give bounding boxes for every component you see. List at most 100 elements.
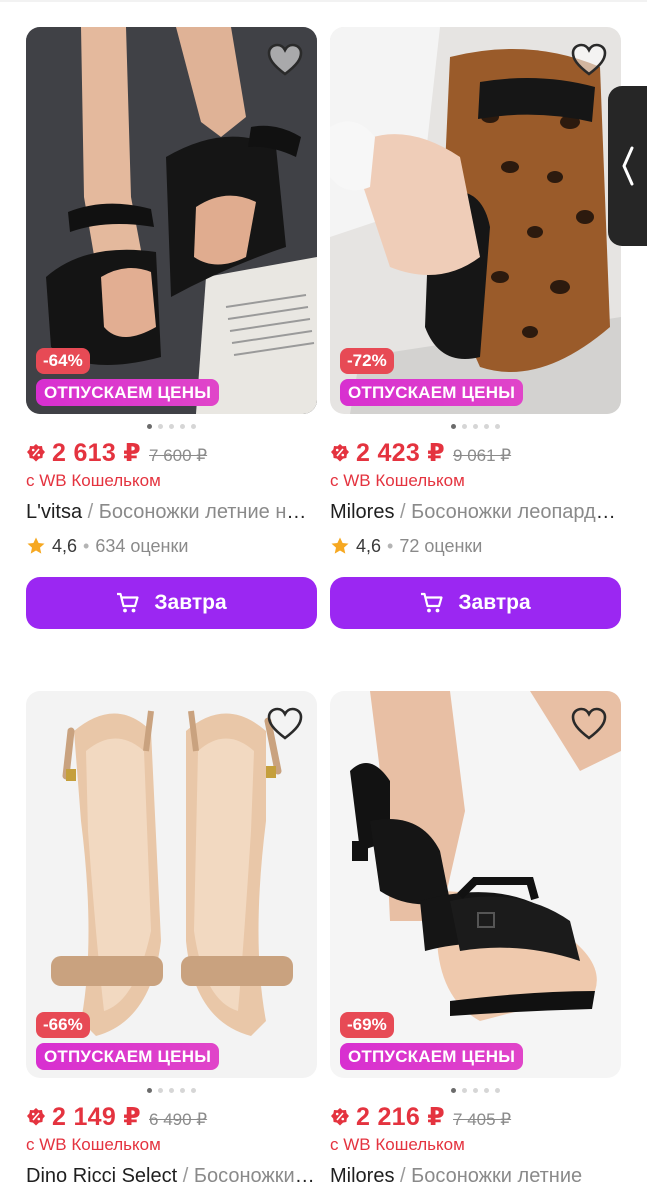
old-price: 7 405 ₽ xyxy=(453,1110,512,1129)
rating-separator: • xyxy=(83,535,90,556)
product-title[interactable]: L'vitsa / Босоножки летние на платформе xyxy=(26,494,317,530)
heart-icon xyxy=(571,43,607,76)
slide-dot xyxy=(180,423,185,429)
promo-badge: ОТПУСКАЕМ ЦЕНЫ xyxy=(340,1043,524,1070)
rating-separator: • xyxy=(387,535,394,556)
discount-badge: -72% xyxy=(340,348,394,374)
title-separator: / xyxy=(177,1165,194,1187)
current-price: 2 423 ₽ xyxy=(356,439,446,467)
product-photo[interactable]: -72% ОТПУСКАЕМ ЦЕНЫ xyxy=(330,27,621,414)
slide-dot xyxy=(495,1087,500,1093)
product-title[interactable]: Dino Ricci Select / Босоножки на каблуке xyxy=(26,1158,317,1194)
product-card[interactable]: -72% ОТПУСКАЕМ ЦЕНЫ 2 423 ₽ 9 061 ₽ с WB… xyxy=(330,27,621,629)
price-row: 2 423 ₽ 9 061 ₽ xyxy=(330,438,621,468)
delivery-label: Завтра xyxy=(458,591,531,614)
promo-badge: ОТПУСКАЕМ ЦЕНЫ xyxy=(36,1043,220,1070)
rating-row: 4,6 • 72 оценки xyxy=(330,530,621,562)
slide-dot xyxy=(462,423,467,429)
favorite-button[interactable] xyxy=(569,41,609,79)
favorite-button[interactable] xyxy=(265,705,305,743)
old-price: 6 490 ₽ xyxy=(149,1110,208,1129)
slide-dot xyxy=(484,1087,489,1093)
slide-dot xyxy=(147,423,152,429)
product-card[interactable]: -69% ОТПУСКАЕМ ЦЕНЫ 2 216 ₽ 7 405 ₽ с WB… xyxy=(330,691,621,1194)
promo-badge: ОТПУСКАЕМ ЦЕНЫ xyxy=(340,379,524,406)
slide-indicator xyxy=(330,1078,621,1100)
reviews-count: 634 оценки xyxy=(95,535,189,556)
product-photo[interactable]: -66% ОТПУСКАЕМ ЦЕНЫ xyxy=(26,691,317,1078)
product-card[interactable]: -64% ОТПУСКАЕМ ЦЕНЫ 2 613 ₽ 7 600 ₽ с WB… xyxy=(26,27,317,629)
reviews-count: 72 оценки xyxy=(399,535,483,556)
slide-dot xyxy=(191,1087,196,1093)
heart-icon xyxy=(571,707,607,740)
slide-dot xyxy=(180,1087,185,1093)
percent-badge-icon xyxy=(27,1108,45,1126)
product-photo[interactable]: -69% ОТПУСКАЕМ ЦЕНЫ xyxy=(330,691,621,1078)
product-name: Босоножки на каблуке xyxy=(193,1165,317,1187)
wallet-note: с WB Кошельком xyxy=(26,471,161,490)
wallet-note: с WB Кошельком xyxy=(330,471,465,490)
percent-badge-icon xyxy=(331,444,349,462)
product-title[interactable]: Milores / Босоножки леопардовые xyxy=(330,494,621,530)
cart-icon xyxy=(421,592,443,613)
old-price: 7 600 ₽ xyxy=(149,446,208,465)
rating-value: 4,6 xyxy=(52,535,78,556)
slide-indicator xyxy=(26,1078,317,1100)
slide-dot xyxy=(495,423,500,429)
add-to-cart-button[interactable]: Завтра xyxy=(330,577,621,629)
brand-name: L'vitsa xyxy=(26,501,83,523)
price-row: 2 613 ₽ 7 600 ₽ xyxy=(26,438,317,468)
heart-icon xyxy=(267,43,303,76)
slide-dot xyxy=(462,1087,467,1093)
price-row: 2 149 ₽ 6 490 ₽ xyxy=(26,1102,317,1132)
slide-dot xyxy=(147,1087,152,1093)
discount-badge: -66% xyxy=(36,1012,90,1038)
star-icon xyxy=(27,537,45,554)
product-name: Босоножки летние на платформе xyxy=(98,501,317,523)
current-price: 2 613 ₽ xyxy=(52,439,142,467)
brand-name: Milores xyxy=(330,1165,395,1187)
top-divider xyxy=(0,0,647,2)
slide-dot xyxy=(451,1087,456,1093)
slide-dot xyxy=(169,1087,174,1093)
favorite-button[interactable] xyxy=(265,41,305,79)
percent-badge-icon xyxy=(27,444,45,462)
slide-dot xyxy=(191,423,196,429)
product-card[interactable]: -66% ОТПУСКАЕМ ЦЕНЫ 2 149 ₽ 6 490 ₽ с WB… xyxy=(26,691,317,1194)
brand-name: Milores xyxy=(330,501,395,523)
slide-dot xyxy=(484,423,489,429)
wallet-note: с WB Кошельком xyxy=(330,1135,465,1154)
slide-dot xyxy=(158,1087,163,1093)
product-photo[interactable]: -64% ОТПУСКАЕМ ЦЕНЫ xyxy=(26,27,317,414)
slide-indicator xyxy=(330,414,621,436)
add-to-cart-button[interactable]: Завтра xyxy=(26,577,317,629)
favorite-button[interactable] xyxy=(569,705,609,743)
heart-icon xyxy=(267,707,303,740)
cart-icon xyxy=(117,592,139,613)
title-separator: / xyxy=(394,1165,412,1187)
chevron-left-icon xyxy=(622,146,633,186)
slide-dot xyxy=(451,423,456,429)
old-price: 9 061 ₽ xyxy=(453,446,512,465)
product-title[interactable]: Milores / Босоножки летние xyxy=(330,1158,621,1194)
discount-badge: -64% xyxy=(36,348,90,374)
percent-badge-icon xyxy=(331,1108,349,1126)
delivery-label: Завтра xyxy=(154,591,227,614)
discount-badge: -69% xyxy=(340,1012,394,1038)
brand-name: Dino Ricci Select xyxy=(26,1165,178,1187)
slide-dot xyxy=(473,423,478,429)
title-separator: / xyxy=(394,501,412,523)
side-panel-tab[interactable] xyxy=(608,86,647,246)
product-name: Босоножки леопардовые xyxy=(411,501,621,523)
promo-badge: ОТПУСКАЕМ ЦЕНЫ xyxy=(36,379,220,406)
slide-dot xyxy=(169,423,174,429)
rating-value: 4,6 xyxy=(356,535,382,556)
current-price: 2 216 ₽ xyxy=(356,1103,446,1131)
product-name: Босоножки летние xyxy=(411,1165,583,1187)
wallet-note: с WB Кошельком xyxy=(26,1135,161,1154)
rating-row: 4,6 • 634 оценки xyxy=(26,530,317,562)
star-icon xyxy=(331,537,349,554)
current-price: 2 149 ₽ xyxy=(52,1103,142,1131)
slide-dot xyxy=(473,1087,478,1093)
title-separator: / xyxy=(82,501,99,523)
